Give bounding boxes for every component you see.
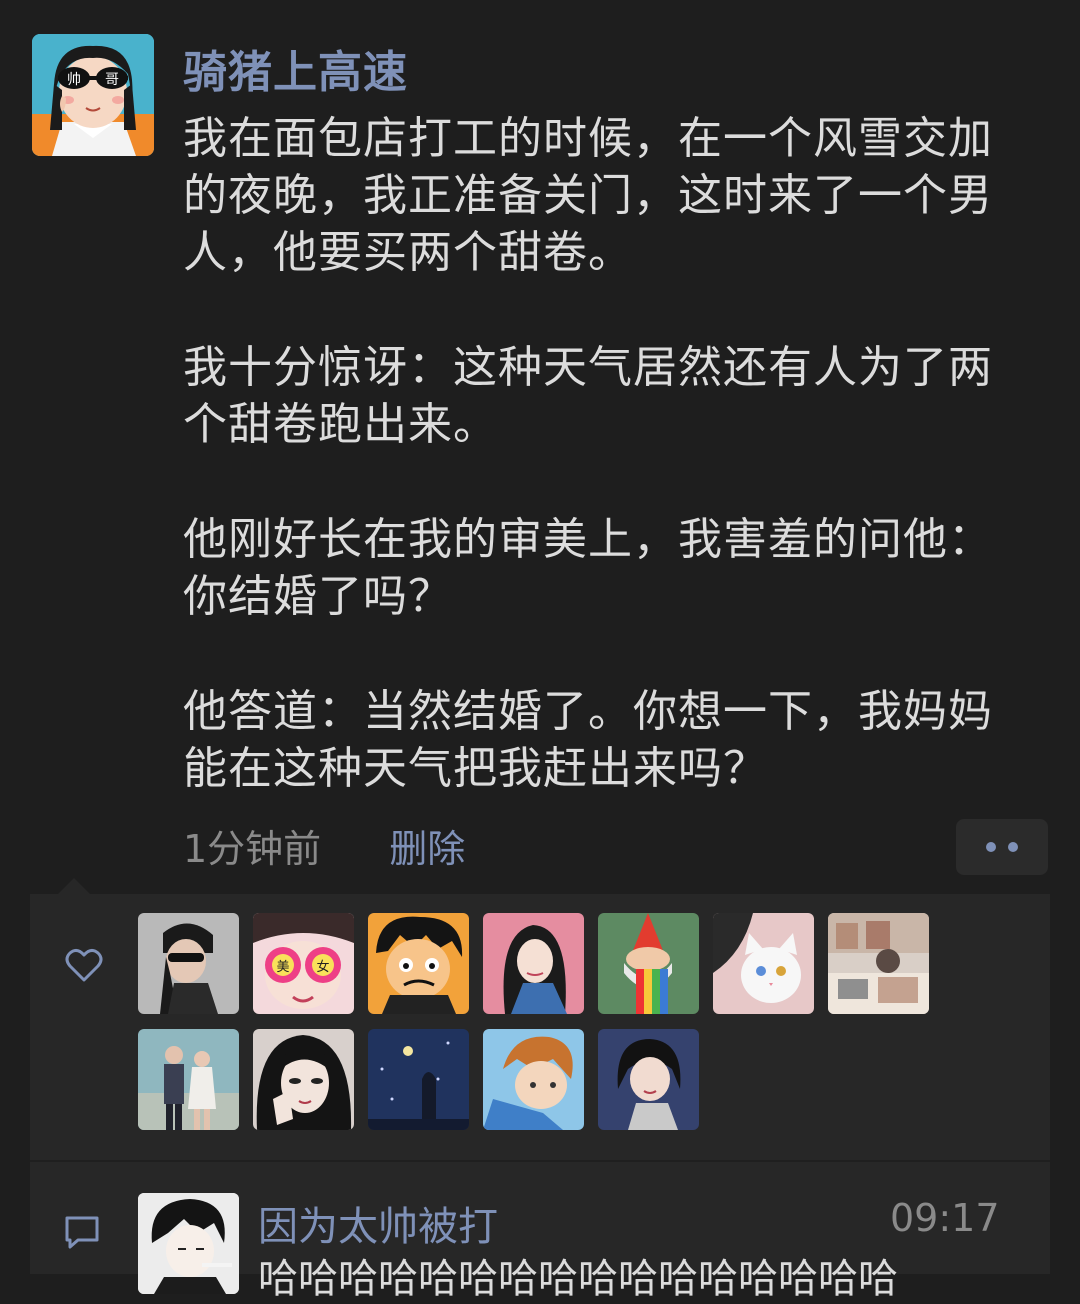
liker-avatar[interactable]: 美 女 — [253, 913, 354, 1014]
comment-icon — [65, 1216, 99, 1249]
likes-list: 美 女 — [138, 913, 948, 1130]
post-paragraph: 我十分惊讶：这种天气居然还有人为了两个甜卷跑出来。 — [183, 342, 993, 450]
liker-avatar[interactable] — [138, 913, 239, 1014]
post-meta: 1分钟前 删除 — [183, 822, 465, 876]
avatar-pink-glasses-icon: 美 女 — [253, 913, 354, 1014]
liker-avatar[interactable] — [368, 1029, 469, 1130]
svg-text:女: 女 — [316, 959, 329, 975]
svg-text:帅: 帅 — [67, 72, 81, 88]
avatar-gnome-rainbow-icon — [598, 913, 699, 1014]
avatar-short-hair-girl-icon — [598, 1029, 699, 1130]
author-avatar[interactable]: 帅 哥 — [32, 34, 154, 156]
commenter-avatar[interactable] — [138, 1193, 239, 1294]
delete-button[interactable]: 删除 — [389, 827, 465, 871]
author-name[interactable]: 骑猪上高速 — [183, 36, 408, 100]
heart-icon — [65, 948, 103, 982]
avatar-sketch-boy-icon — [138, 1193, 239, 1294]
liker-avatar[interactable] — [598, 913, 699, 1014]
commenter-name[interactable]: 因为太帅被打 — [258, 1194, 498, 1252]
more-dots-icon — [986, 842, 996, 852]
post-paragraph: 他答道：当然结婚了。你想一下，我妈妈能在这种天气把我赶出来吗？ — [183, 686, 993, 794]
post-body: 我在面包店打工的时候，在一个风雪交加的夜晚，我正准备关门，这时来了一个男人，他要… — [183, 110, 1003, 855]
panel-pointer — [58, 878, 90, 894]
liker-avatar[interactable] — [483, 913, 584, 1014]
liker-avatar[interactable] — [368, 913, 469, 1014]
avatar-dark-hair-girl-icon — [253, 1029, 354, 1130]
avatar-night-sky-icon — [368, 1029, 469, 1130]
svg-text:美: 美 — [276, 960, 289, 975]
panel-divider — [30, 1160, 1050, 1162]
post-time: 1分钟前 — [183, 827, 322, 871]
comment-time: 09:17 — [890, 1196, 1000, 1240]
avatar-anime-boy-icon — [368, 913, 469, 1014]
avatar-sunglasses-girl-icon: 帅 哥 — [32, 34, 154, 156]
avatar-desk-scene-icon — [828, 913, 929, 1014]
post-paragraph: 我在面包店打工的时候，在一个风雪交加的夜晚，我正准备关门，这时来了一个男人，他要… — [183, 113, 993, 278]
liker-avatar[interactable] — [483, 1029, 584, 1130]
svg-text:哥: 哥 — [105, 72, 119, 88]
avatar-girl-sunglasses-icon — [138, 913, 239, 1014]
more-dots-icon — [1008, 842, 1018, 852]
avatar-couple-icon — [138, 1029, 239, 1130]
liker-avatar[interactable] — [828, 913, 929, 1014]
avatar-illustrated-woman-icon — [483, 913, 584, 1014]
liker-avatar[interactable] — [598, 1029, 699, 1130]
moments-post: 帅 哥 骑猪上高速 我在面包店打工的时候，在一个风雪交加的夜晚，我正准备关门，这… — [0, 0, 1080, 1302]
comment-text: 哈哈哈哈哈哈哈哈哈哈哈哈哈哈哈哈 — [258, 1256, 898, 1302]
liker-avatar[interactable] — [138, 1029, 239, 1130]
more-actions-button[interactable] — [956, 819, 1048, 875]
liker-avatar[interactable] — [253, 1029, 354, 1130]
post-paragraph: 他刚好长在我的审美上，我害羞的问他：你结婚了吗？ — [183, 514, 993, 622]
liker-avatar[interactable] — [713, 913, 814, 1014]
avatar-white-cat-icon — [713, 913, 814, 1014]
avatar-blue-boy-icon — [483, 1029, 584, 1130]
